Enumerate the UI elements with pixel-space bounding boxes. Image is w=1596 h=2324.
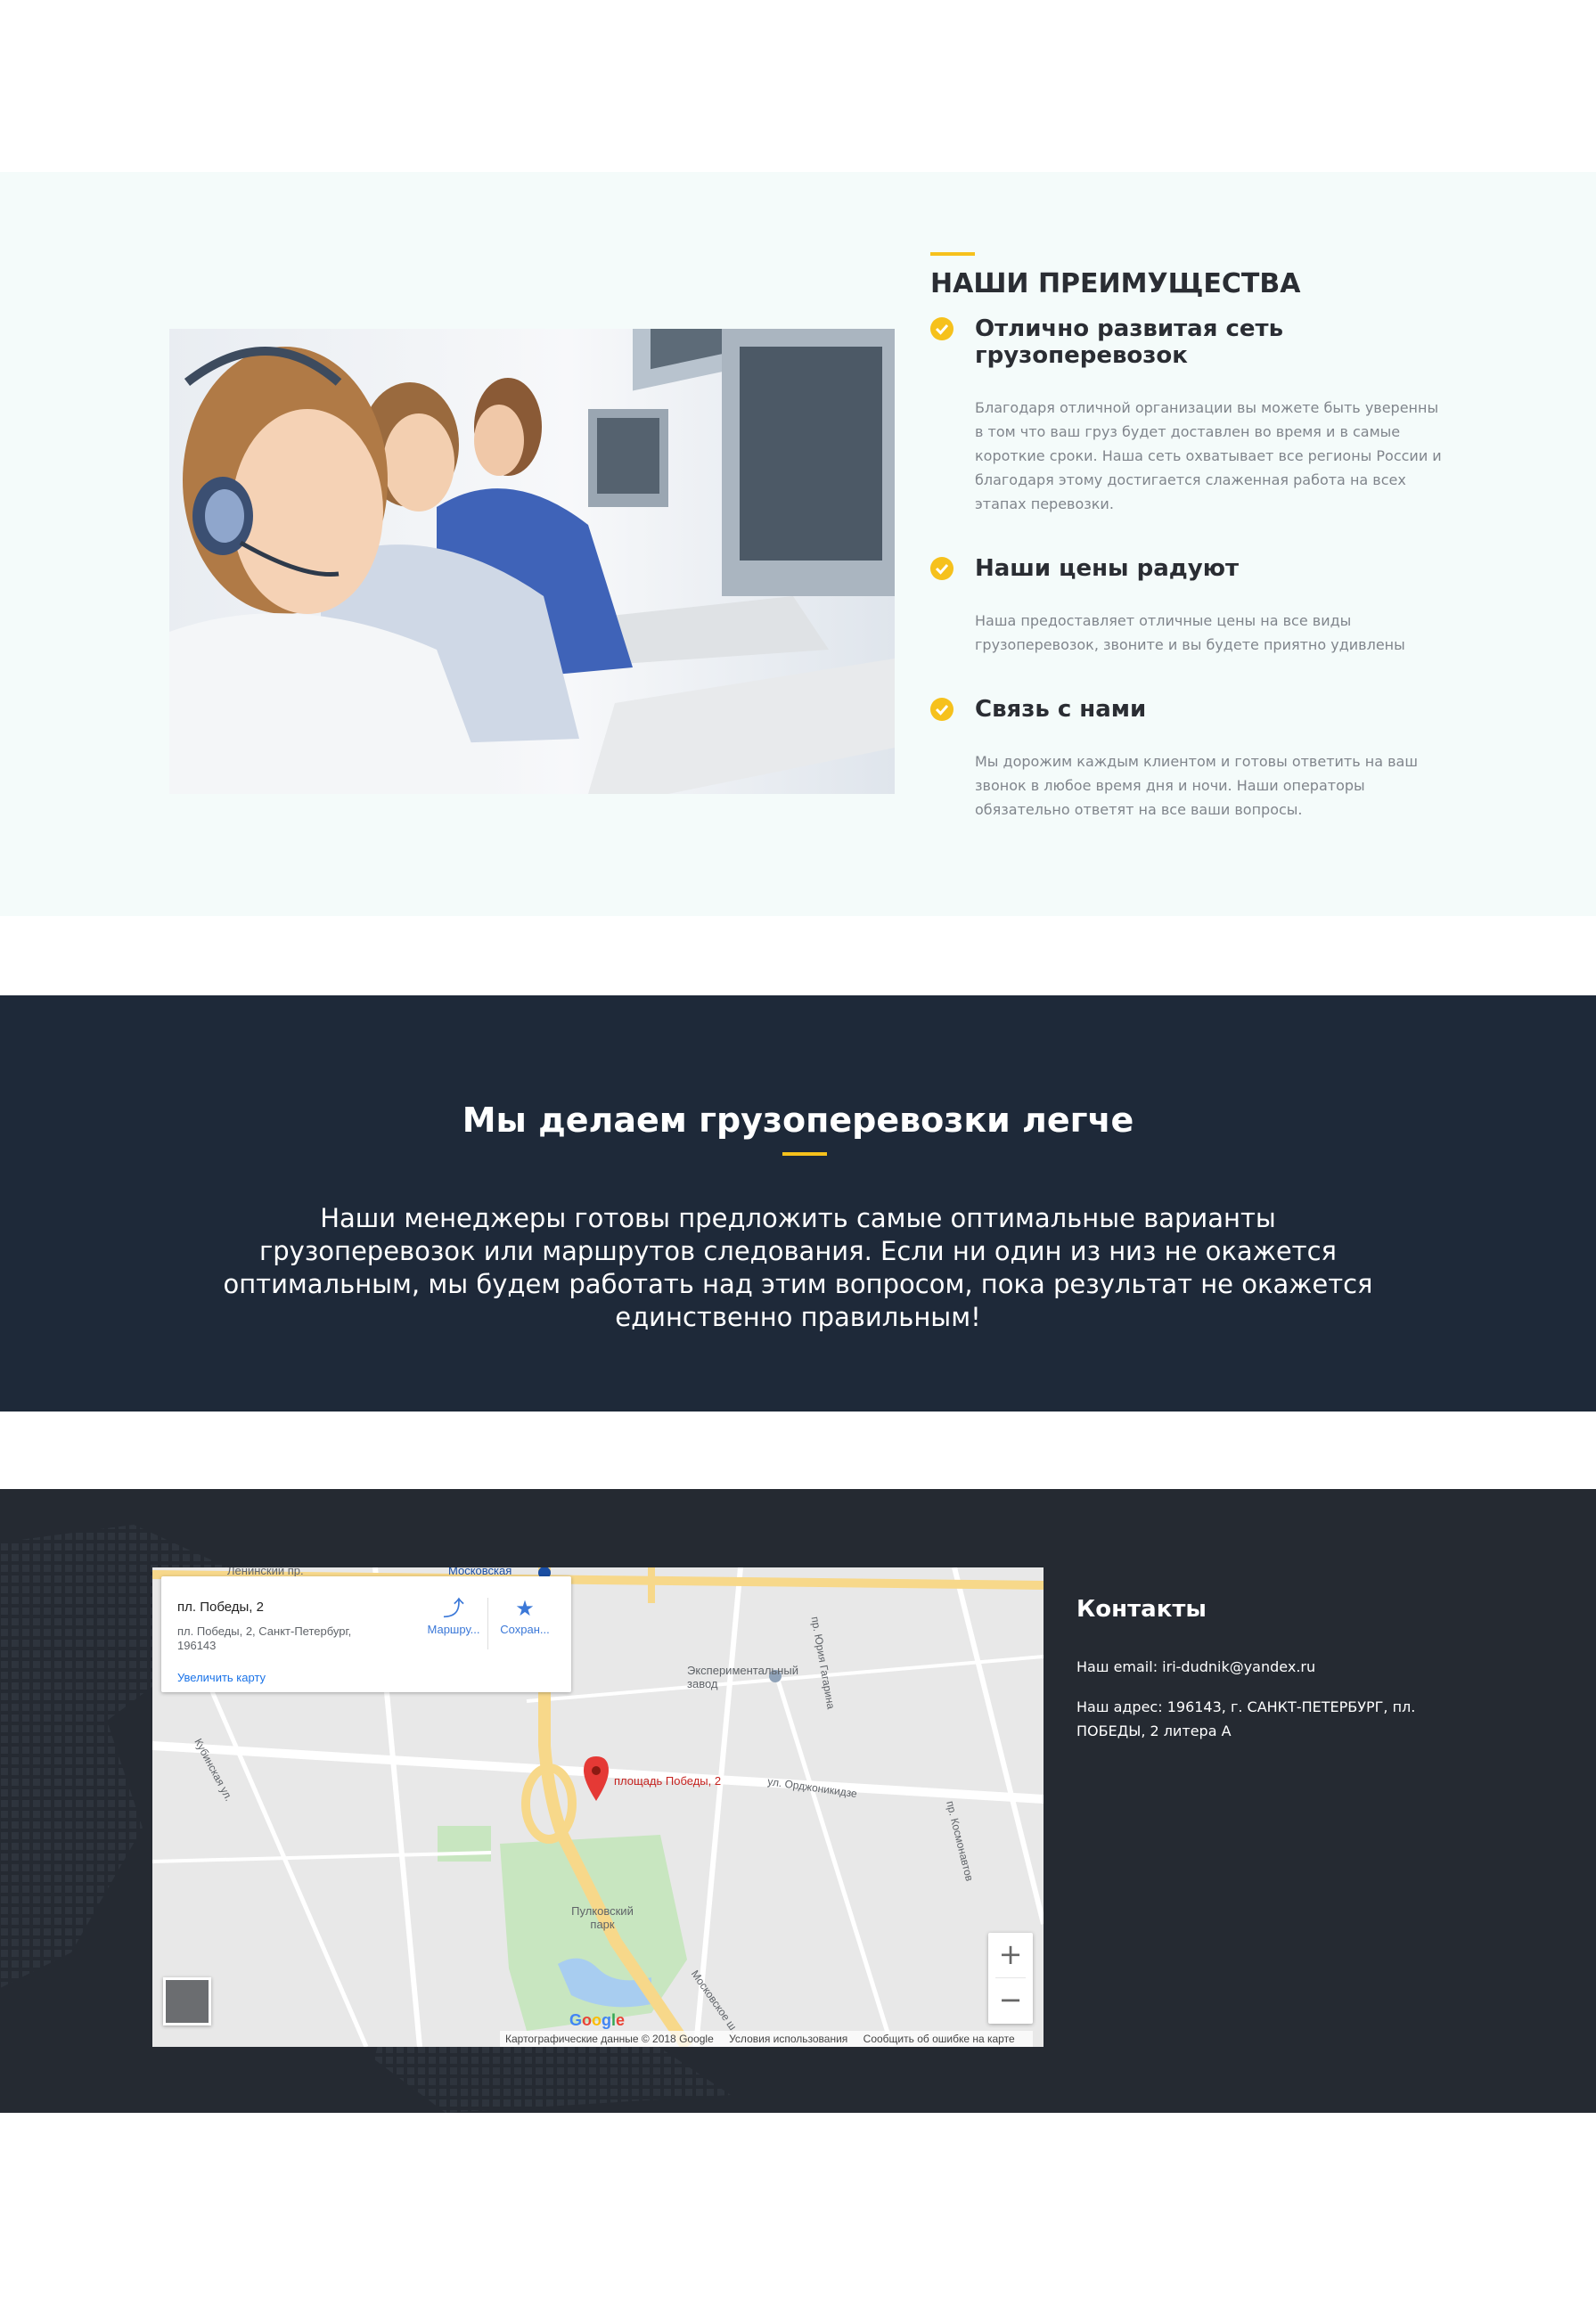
zoom-in-button[interactable]: + <box>988 1933 1033 1977</box>
satellite-thumbnail <box>166 1980 209 2023</box>
google-logo: Google <box>569 2011 626 2029</box>
call-center-photo <box>169 329 895 794</box>
map-label: Пулковский парк <box>571 1904 634 1931</box>
accent-bar <box>782 1152 827 1156</box>
place-address: пл. Победы, 2, Санкт-Петербург, 196143 <box>177 1624 352 1652</box>
check-circle-icon <box>930 698 954 721</box>
zoom-out-button[interactable]: − <box>988 1978 1033 2023</box>
advantage-title: Связь с нами <box>975 696 1147 723</box>
advantage-item: Отлично развитая сеть грузоперевозок Бла… <box>930 315 1447 516</box>
check-circle-icon <box>930 557 954 580</box>
contacts-block: Контакты Наш email: iri-dudnik@yandex.ru… <box>1076 1596 1451 1759</box>
advantage-item: Связь с нами Мы дорожим каждым клиентом … <box>930 696 1447 822</box>
advantages-section: НАШИ ПРЕИМУЩЕСТВА Отлично развитая сеть … <box>0 172 1596 916</box>
terms-link[interactable]: Условия использования <box>729 2033 847 2045</box>
card-divider <box>487 1598 488 1649</box>
report-error-link[interactable]: Сообщить об ошибке на карте <box>863 2033 1015 2045</box>
directions-label: Маршру... <box>427 1623 480 1636</box>
place-name: пл. Победы, 2 <box>177 1600 264 1615</box>
advantages-content: НАШИ ПРЕИМУЩЕСТВА Отлично развитая сеть … <box>930 252 1447 822</box>
google-map[interactable]: Ленинский пр. Московская Экспериментальн… <box>152 1567 1044 2047</box>
advantage-text: Благодаря отличной организации вы можете… <box>975 399 1442 512</box>
map-pin-label[interactable]: площадь Победы, 2 <box>614 1774 721 1788</box>
map-attribution: Картографические данные © 2018 Google Ус… <box>500 2031 1033 2047</box>
satellite-toggle[interactable] <box>163 1977 211 2025</box>
advantage-item: Наши цены радуют Наша предоставляет отли… <box>930 555 1447 657</box>
place-card: пл. Победы, 2 пл. Победы, 2, Санкт-Петер… <box>161 1576 571 1692</box>
advantage-text: Мы дорожим каждым клиентом и готовы отве… <box>975 753 1418 818</box>
advantage-title: Отлично развитая сеть грузоперевозок <box>975 315 1284 369</box>
footer-section: Ленинский пр. Московская Экспериментальн… <box>0 1489 1596 2113</box>
banner-text: Наши менеджеры готовы предложить самые о… <box>223 1203 1373 1332</box>
banner-section: Мы делаем грузоперевозки легче Наши мене… <box>0 995 1596 1412</box>
contacts-title: Контакты <box>1076 1596 1207 1623</box>
save-label: Сохран... <box>500 1623 550 1636</box>
advantages-title: НАШИ ПРЕИМУЩЕСТВА <box>930 268 1301 299</box>
directions-icon: ⤴ <box>443 1597 464 1621</box>
map-data-credit: Картографические данные © 2018 Google <box>505 2033 714 2045</box>
check-circle-icon <box>930 317 954 340</box>
star-icon: ★ <box>515 1597 535 1621</box>
directions-button[interactable]: ⤴ Маршру... <box>418 1597 489 1637</box>
save-button[interactable]: ★ Сохран... <box>489 1597 561 1637</box>
advantage-title: Наши цены радуют <box>975 555 1240 582</box>
zoom-controls: + − <box>988 1933 1033 2024</box>
enlarge-map-link[interactable]: Увеличить карту <box>177 1671 266 1684</box>
page: НАШИ ПРЕИМУЩЕСТВА Отлично развитая сеть … <box>0 0 1596 2324</box>
contact-email: Наш email: iri-dudnik@yandex.ru <box>1076 1658 1316 1675</box>
accent-bar <box>930 252 975 256</box>
map-label: Экспериментальный завод <box>687 1664 798 1690</box>
contact-address: Наш адрес: 196143, г. САНКТ-ПЕТЕРБУРГ, п… <box>1076 1698 1416 1739</box>
banner-title: Мы делаем грузоперевозки легче <box>462 1101 1134 1140</box>
advantage-text: Наша предоставляет отличные цены на все … <box>975 612 1405 653</box>
